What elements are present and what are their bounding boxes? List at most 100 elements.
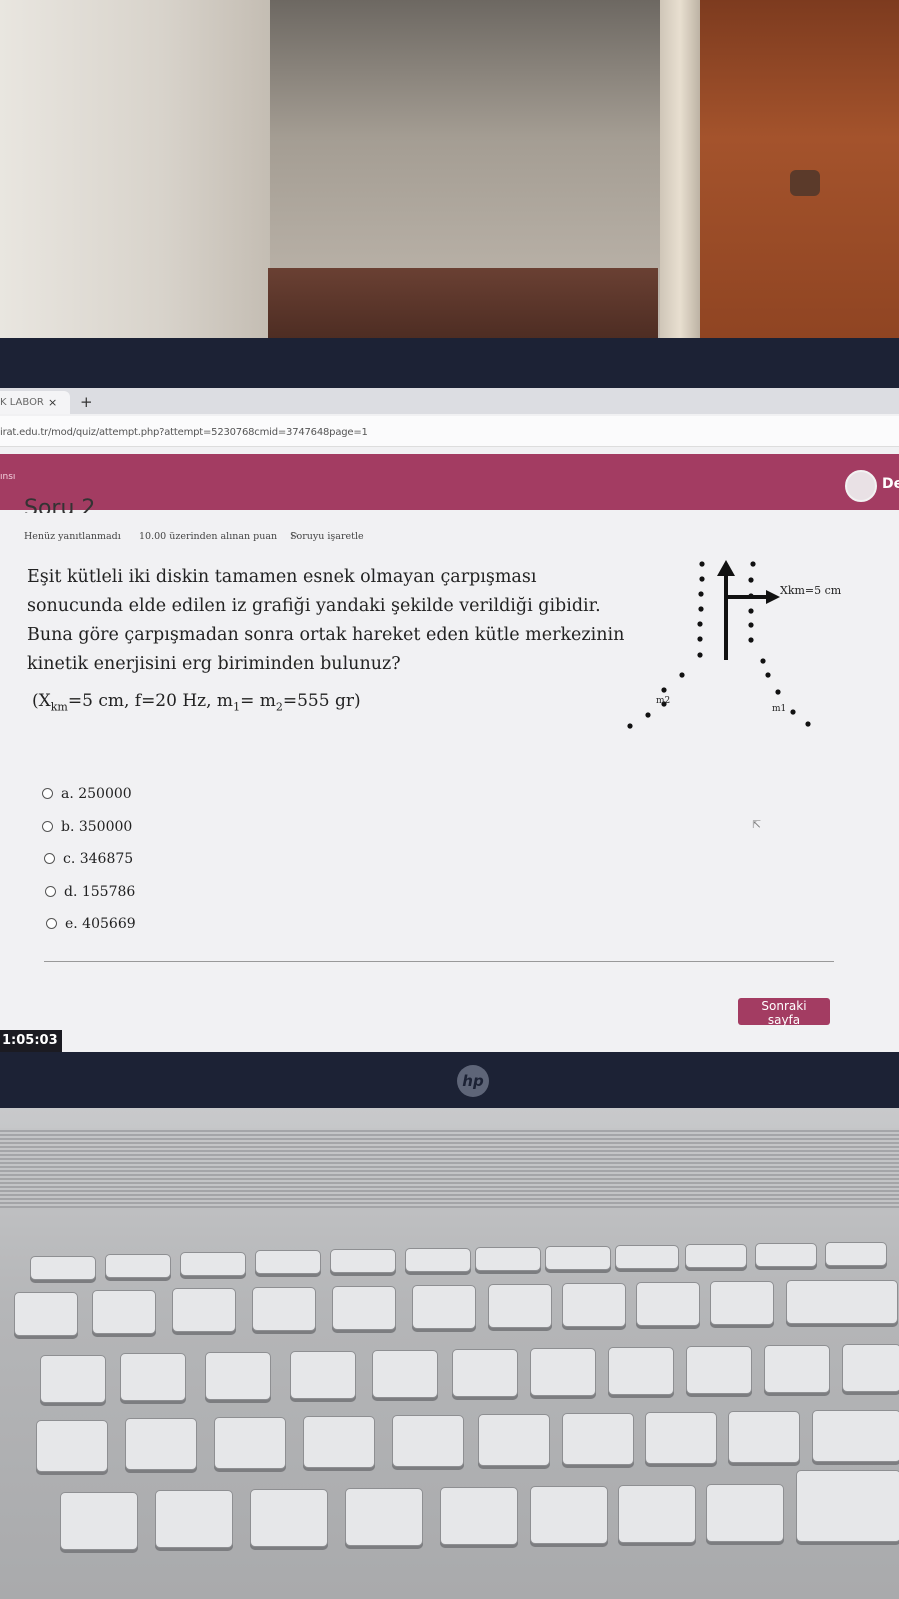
door-frame — [660, 0, 700, 345]
key[interactable] — [812, 1410, 899, 1462]
vertical-arrowhead — [717, 560, 735, 576]
key[interactable] — [290, 1351, 356, 1399]
radio-button[interactable] — [46, 918, 57, 929]
key[interactable] — [842, 1344, 899, 1392]
key[interactable] — [478, 1414, 550, 1466]
key[interactable] — [452, 1349, 518, 1397]
key[interactable] — [615, 1245, 679, 1269]
key[interactable] — [440, 1487, 518, 1545]
key[interactable] — [825, 1242, 887, 1266]
key[interactable] — [255, 1250, 321, 1274]
trace-dot — [679, 672, 685, 678]
key[interactable] — [36, 1420, 108, 1472]
flag-label: Soruyu işaretle — [290, 531, 364, 542]
option-label[interactable]: e. 405669 — [65, 916, 136, 932]
trace-dot — [750, 561, 756, 567]
user-name[interactable]: De — [882, 476, 899, 492]
option-label[interactable]: b. 350000 — [61, 819, 132, 835]
quiz-timer: 1:05:03 — [0, 1030, 62, 1052]
key[interactable] — [252, 1287, 316, 1331]
question-status: Henüz yanıtlanmadı — [24, 531, 121, 542]
wooden-shelf — [268, 268, 658, 338]
key[interactable] — [412, 1285, 476, 1329]
key[interactable] — [636, 1282, 700, 1326]
key[interactable] — [60, 1492, 138, 1550]
key[interactable] — [405, 1248, 471, 1272]
radio-button[interactable] — [44, 853, 55, 864]
m1-label: m1 — [772, 704, 787, 714]
radio-button[interactable] — [42, 820, 53, 832]
new-tab-icon[interactable]: + — [80, 393, 93, 411]
key[interactable] — [14, 1292, 78, 1336]
option-label[interactable]: a. 250000 — [61, 786, 132, 802]
key[interactable] — [530, 1486, 608, 1544]
trace-dot — [805, 721, 811, 727]
key[interactable] — [92, 1290, 156, 1334]
key[interactable] — [250, 1489, 328, 1547]
address-bar[interactable]: irat.edu.tr/mod/quiz/attempt.php?attempt… — [0, 416, 899, 447]
key[interactable] — [125, 1418, 197, 1470]
browser-tab[interactable]: K LABOR × — [0, 391, 70, 414]
next-page-button[interactable]: Sonraki sayfa — [738, 998, 830, 1027]
trace-dot — [697, 621, 703, 627]
trace-dot — [699, 576, 705, 582]
key[interactable] — [562, 1283, 626, 1327]
key[interactable] — [330, 1249, 396, 1273]
key[interactable] — [120, 1353, 186, 1401]
laptop-screen: K LABOR × + irat.edu.tr/mod/quiz/attempt… — [0, 388, 899, 1052]
radio-button[interactable] — [45, 885, 56, 897]
key[interactable] — [706, 1484, 784, 1542]
trace-dot — [775, 689, 781, 695]
key[interactable] — [214, 1417, 286, 1469]
trace-dot — [627, 723, 633, 729]
key[interactable] — [728, 1411, 800, 1463]
key[interactable] — [205, 1352, 271, 1400]
site-brand[interactable]: ınsı — [0, 472, 15, 482]
key[interactable] — [392, 1415, 464, 1467]
key[interactable] — [786, 1280, 898, 1324]
key[interactable] — [345, 1488, 423, 1546]
trace-dot — [699, 561, 705, 567]
key[interactable] — [180, 1252, 246, 1276]
trace-dot — [698, 591, 704, 597]
key[interactable] — [755, 1243, 817, 1267]
key[interactable] — [710, 1281, 774, 1325]
key[interactable] — [686, 1346, 752, 1394]
key[interactable] — [764, 1345, 830, 1393]
key[interactable] — [30, 1256, 96, 1280]
question-points: 10.00 üzerinden alınan puan — [139, 531, 278, 542]
option-label[interactable]: c. 346875 — [63, 851, 133, 867]
key[interactable] — [105, 1254, 171, 1278]
xkm-label: Xkm=5 cm — [780, 584, 842, 597]
room-background — [0, 0, 899, 345]
key[interactable] — [332, 1286, 396, 1330]
trace-diagram — [627, 560, 811, 729]
speaker-grille — [0, 1128, 899, 1208]
key[interactable] — [372, 1350, 438, 1398]
key[interactable] — [530, 1348, 596, 1396]
key[interactable] — [796, 1470, 899, 1542]
trace-dot — [697, 636, 703, 642]
key[interactable] — [40, 1355, 106, 1403]
trace-dot — [645, 712, 651, 718]
key[interactable] — [475, 1247, 541, 1271]
key[interactable] — [545, 1246, 611, 1270]
key[interactable] — [685, 1244, 747, 1268]
trace-dot — [748, 637, 754, 643]
key[interactable] — [608, 1347, 674, 1395]
tab-close-icon[interactable]: × — [48, 396, 57, 409]
radio-button[interactable] — [42, 788, 53, 799]
key[interactable] — [618, 1485, 696, 1543]
key[interactable] — [303, 1416, 375, 1468]
trace-dot — [760, 658, 766, 664]
key[interactable] — [562, 1413, 634, 1465]
url-text[interactable]: irat.edu.tr/mod/quiz/attempt.php?attempt… — [0, 427, 368, 438]
option-label[interactable]: d. 155786 — [64, 884, 135, 900]
trace-figure: Xkm=5 cm m2 m1 — [620, 548, 860, 742]
key[interactable] — [155, 1490, 233, 1548]
key[interactable] — [172, 1288, 236, 1332]
key[interactable] — [645, 1412, 717, 1464]
question-line: sonucunda elde edilen iz grafiği yandaki… — [27, 596, 601, 616]
user-avatar[interactable] — [845, 470, 877, 502]
key[interactable] — [488, 1284, 552, 1328]
